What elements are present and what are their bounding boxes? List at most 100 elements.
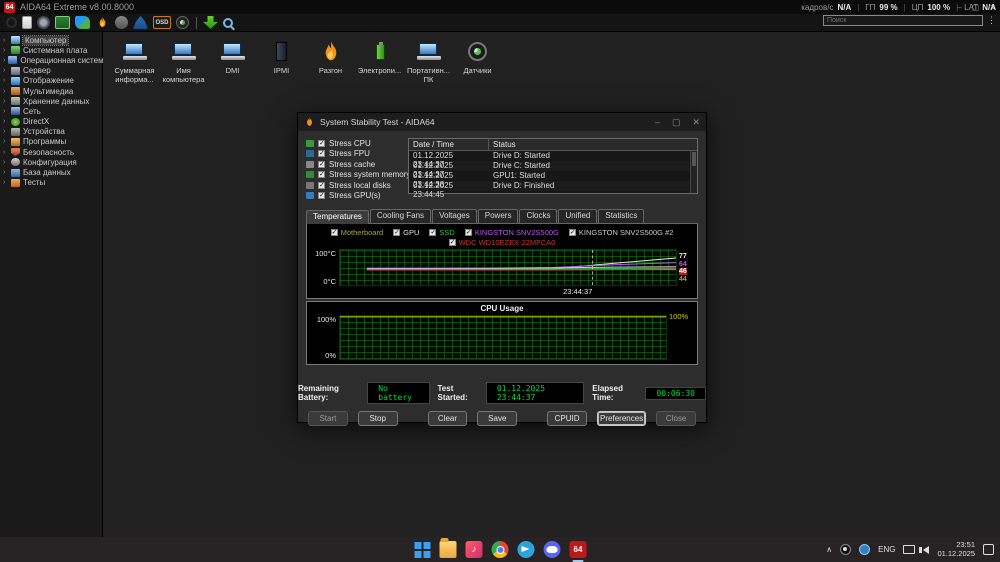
lens-icon[interactable] xyxy=(37,16,50,29)
tab-voltages[interactable]: Voltages xyxy=(432,209,477,223)
sidebar-item-devices[interactable]: › Устройства xyxy=(0,127,102,137)
checkbox-checked-icon[interactable]: ✓ xyxy=(318,150,325,158)
clock[interactable]: 23:51 01.12.2025 xyxy=(937,540,975,558)
telegram-icon[interactable] xyxy=(517,541,535,558)
network-tray-icon[interactable] xyxy=(903,545,916,554)
file-explorer-icon[interactable] xyxy=(439,538,457,558)
fpu-icon xyxy=(306,150,314,158)
sst-maximize-button[interactable]: ▢ xyxy=(672,117,681,128)
chrome-icon[interactable] xyxy=(491,541,509,558)
discord-icon[interactable] xyxy=(543,541,561,558)
tab-temperatures[interactable]: Temperatures xyxy=(306,210,369,224)
start-button[interactable]: Start xyxy=(308,411,348,426)
gear-icon[interactable] xyxy=(115,16,128,29)
tab-statistics[interactable]: Statistics xyxy=(598,209,645,223)
tab-powers[interactable]: Powers xyxy=(477,209,519,223)
memory-icon[interactable] xyxy=(55,16,70,29)
search-icon[interactable] xyxy=(223,17,233,28)
stress-fpu-option[interactable]: ✓ Stress FPU xyxy=(306,149,402,160)
legend-motherboard[interactable]: ✓ Motherboard xyxy=(330,228,383,237)
log-header-datetime[interactable]: Date / Time xyxy=(409,139,489,150)
sst-minimize-button[interactable]: – xyxy=(655,117,660,128)
flame-icon[interactable] xyxy=(95,16,110,29)
report-icon[interactable] xyxy=(22,16,32,29)
log-row[interactable]: 01.12.2025 23:44:38 GPU1: Started xyxy=(409,171,697,189)
checkbox-checked-icon[interactable]: ✓ xyxy=(318,160,325,168)
sidebar-item-tests[interactable]: › Тесты xyxy=(0,178,102,188)
power-item[interactable]: Электропи... xyxy=(356,40,403,84)
legend-kingston-2[interactable]: ✓ KINGSTON SNV2S500G #2 xyxy=(568,228,673,237)
log-header-status[interactable]: Status xyxy=(489,139,520,150)
sidebar-item-motherboard[interactable]: › Системная плата xyxy=(0,45,102,55)
log-row[interactable]: 01.12.2025 23:44:45 Drive D: Finished xyxy=(409,181,697,199)
overclock-item[interactable]: Разгон xyxy=(307,40,354,84)
stress-gpu-option[interactable]: ✓ Stress GPU(s) xyxy=(306,191,402,202)
dmi-item[interactable]: DMI xyxy=(209,40,256,84)
stop-button[interactable]: Stop xyxy=(357,411,398,426)
sidebar-item-server[interactable]: › Сервер xyxy=(0,66,102,76)
sidebar-item-display[interactable]: › Отображение xyxy=(0,76,102,86)
log-scrollbar[interactable] xyxy=(690,151,697,193)
update-download-icon[interactable] xyxy=(203,16,218,29)
legend-gpu[interactable]: ✓ GPU xyxy=(393,228,419,237)
language-indicator[interactable]: ENG xyxy=(878,545,895,554)
stress-cpu-option[interactable]: ✓ Stress CPU xyxy=(306,138,402,149)
aida64-taskbar-icon[interactable]: 64 xyxy=(569,541,587,562)
volume-icon[interactable] xyxy=(919,545,930,554)
checkbox-checked-icon[interactable]: ✓ xyxy=(318,192,325,200)
stress-disks-option[interactable]: ✓ Stress local disks xyxy=(306,180,402,191)
sidebar-item-config[interactable]: › Конфигурация xyxy=(0,157,102,167)
tab-cooling-fans[interactable]: Cooling Fans xyxy=(369,209,432,223)
cache-icon xyxy=(306,160,314,168)
music-app-icon[interactable]: ♪ xyxy=(465,541,483,558)
save-button[interactable]: Save xyxy=(477,411,518,426)
test-info-row: Remaining Battery: No battery Test Start… xyxy=(298,382,706,404)
tray-overflow-chevron-icon[interactable]: ∧ xyxy=(826,545,832,554)
obs-tray-icon[interactable] xyxy=(840,544,852,555)
sidebar-item-os[interactable]: › Операционная система xyxy=(0,55,108,65)
close-button[interactable]: Close xyxy=(656,411,697,426)
checkbox-checked-icon[interactable]: ✓ xyxy=(318,181,325,189)
sensor-panel-icon[interactable] xyxy=(176,16,189,29)
tray-app-icon[interactable] xyxy=(859,544,871,555)
checkbox-checked-icon[interactable]: ✓ xyxy=(318,139,325,147)
sidebar-item-database[interactable]: › База данных xyxy=(0,167,102,177)
checkbox-checked-icon[interactable]: ✓ xyxy=(318,171,325,179)
sensors-item[interactable]: Датчики xyxy=(454,40,501,84)
sidebar-item-network[interactable]: › Сеть xyxy=(0,106,102,116)
sidebar-item-computer[interactable]: › Компьютер xyxy=(0,34,102,46)
sidebar-item-security[interactable]: › Безопасность xyxy=(0,147,102,157)
stress-memory-option[interactable]: ✓ Stress system memory xyxy=(306,170,410,181)
tab-unified[interactable]: Unified xyxy=(558,209,598,223)
legend-ssd[interactable]: ✓ SSD xyxy=(429,228,455,237)
stress-cache-option[interactable]: ✓ Stress cache xyxy=(306,159,402,170)
sidebar-item-multimedia[interactable]: › Мультимедиа xyxy=(0,86,102,96)
cpuid-button[interactable]: CPUID xyxy=(547,411,587,426)
preferences-button[interactable]: Preferences xyxy=(596,411,647,426)
portable-pc-item[interactable]: Портативн... ПК xyxy=(405,40,452,84)
osd-icon[interactable]: OSD xyxy=(153,16,171,29)
search-input[interactable] xyxy=(823,15,983,26)
kebab-menu-icon[interactable]: ⋮ xyxy=(987,16,996,25)
legend-wdc[interactable]: ✓ WDC WD10EZEX-22MFCA0 xyxy=(448,238,555,247)
fps-label: кадров/с xyxy=(801,3,834,12)
sidebar-item-software[interactable]: › Программы xyxy=(0,137,102,147)
legend-kingston-1[interactable]: ✓ KINGSTON SNV2S500G xyxy=(464,228,559,237)
sidebar-item-directx[interactable]: › DirectX xyxy=(0,117,102,127)
notification-center-icon[interactable] xyxy=(983,544,994,555)
sst-buttons: Start Stop Clear Save CPUID Preferences … xyxy=(308,411,697,426)
computer-name-item[interactable]: Имя компьютера xyxy=(160,40,207,84)
summary-item[interactable]: Суммарная информа... xyxy=(111,40,158,84)
start-button[interactable] xyxy=(414,541,431,558)
back-icon[interactable] xyxy=(6,17,17,28)
clear-button[interactable]: Clear xyxy=(427,411,468,426)
benchmark-icon[interactable] xyxy=(75,16,90,29)
log-row[interactable]: 01.12.2025 23:44:37 Drive D: Started xyxy=(409,151,697,169)
sst-titlebar: System Stability Test - AIDA64 – ▢ ✕ xyxy=(298,113,706,131)
log-row[interactable]: 01.12.2025 23:44:37 Drive C: Started xyxy=(409,161,697,179)
user-icon[interactable] xyxy=(133,16,148,29)
tab-clocks[interactable]: Clocks xyxy=(519,209,558,223)
sst-close-button[interactable]: ✕ xyxy=(692,117,700,128)
ipmi-item[interactable]: IPMI xyxy=(258,40,305,84)
sidebar-item-storage[interactable]: › Хранение данных xyxy=(0,96,102,106)
